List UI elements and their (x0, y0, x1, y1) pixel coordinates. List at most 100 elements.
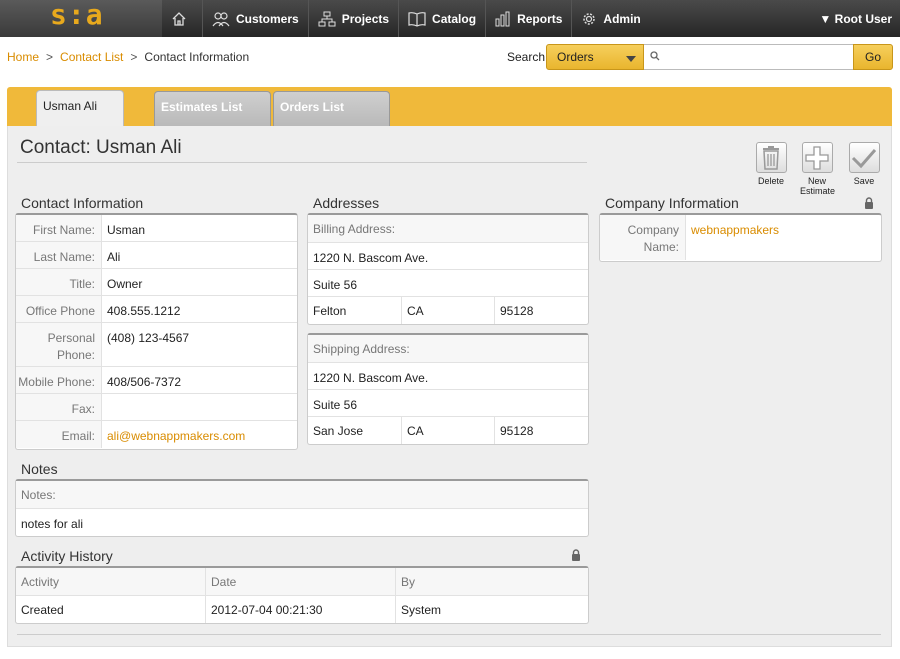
nav-admin[interactable]: Admin (571, 0, 649, 37)
field-value[interactable]: (408) 123-4567 (102, 323, 297, 366)
nav-label: Reports (517, 11, 563, 26)
field-label: Office Phone (16, 296, 102, 322)
shipping-city-row: San Jose CA 95128 (308, 417, 588, 444)
user-menu[interactable]: ▼ Root User (819, 12, 892, 26)
date-cell: 2012-07-04 00:21:30 (206, 596, 396, 623)
field-value[interactable] (102, 394, 297, 420)
nav-reports[interactable]: Reports (485, 0, 571, 37)
tab-contact[interactable]: Usman Ali (36, 90, 124, 127)
sitemap-icon (318, 11, 336, 26)
top-bar: s:a Customers Projects Catalog Reports A… (0, 0, 900, 37)
billing-state[interactable]: CA (402, 297, 495, 324)
page-title: Contact: Usman Ali (20, 137, 182, 158)
activity-history-table: Activity Date By Created 2012-07-04 00:2… (15, 566, 589, 624)
tab-bar: Usman Ali Estimates List Orders List (7, 87, 892, 127)
field-label: Fax: (16, 394, 102, 420)
table-header: Activity Date By (16, 568, 588, 596)
tab-estimates-list[interactable]: Estimates List (154, 91, 271, 126)
field-label: Last Name: (16, 242, 102, 268)
field-title: Title: Owner (16, 269, 297, 296)
home-icon (172, 11, 186, 26)
billing-line1[interactable]: 1220 N. Bascom Ave. (308, 243, 588, 269)
delete-button[interactable]: Delete (754, 142, 788, 186)
new-estimate-label-1: New (807, 176, 826, 186)
company-link[interactable]: webnappmakers (691, 223, 779, 237)
field-label: Personal Phone: (16, 323, 102, 366)
bottom-divider (17, 634, 881, 635)
table-row[interactable]: Created 2012-07-04 00:21:30 System (16, 596, 588, 623)
activity-history-heading: Activity History (21, 548, 113, 564)
search-scope-select[interactable]: Orders (546, 44, 644, 70)
field-label-line1: Personal (47, 331, 95, 345)
field-last-name: Last Name: Ali (16, 242, 297, 269)
billing-line1-row: 1220 N. Bascom Ave. (308, 243, 588, 270)
breadcrumb-contact-list[interactable]: Contact List (60, 50, 123, 64)
field-value: webnappmakers (686, 215, 881, 260)
email-link[interactable]: ali@webnappmakers.com (107, 429, 245, 443)
field-office-phone: Office Phone 408.555.1212 (16, 296, 297, 323)
delete-button-frame (755, 142, 787, 173)
addresses-heading: Addresses (313, 195, 380, 211)
breadcrumb: Home > Contact List > Contact Information (7, 50, 249, 64)
notes-heading: Notes (21, 461, 58, 477)
tab-orders-list[interactable]: Orders List (273, 91, 390, 126)
shipping-zip[interactable]: 95128 (495, 417, 588, 444)
field-label: Email: (16, 421, 102, 448)
caret-down-icon: ▼ (819, 12, 832, 26)
nav-label: Customers (236, 11, 299, 26)
nav-label: Catalog (432, 11, 477, 26)
notes-value[interactable]: notes for ali (16, 509, 588, 536)
save-button-frame (848, 142, 880, 173)
shipping-line1[interactable]: 1220 N. Bascom Ave. (308, 363, 588, 389)
shipping-state[interactable]: CA (402, 417, 495, 444)
title-divider (17, 162, 587, 163)
search-input[interactable] (644, 44, 854, 70)
billing-city-row: Felton CA 95128 (308, 297, 588, 324)
search-label: Search (507, 50, 546, 64)
go-button[interactable]: Go (853, 44, 893, 70)
nav-home[interactable] (162, 0, 202, 37)
search-scope-value: Orders (557, 50, 594, 64)
notes-card: Notes: notes for ali (15, 479, 589, 537)
bar-chart-icon (495, 11, 510, 26)
app-logo[interactable]: s:a (0, 0, 162, 37)
book-icon (408, 11, 426, 27)
save-button[interactable]: Save (847, 142, 881, 186)
shipping-line2[interactable]: Suite 56 (308, 390, 588, 416)
field-value[interactable]: Owner (102, 269, 297, 295)
gear-icon (583, 12, 596, 25)
user-name: Root User (834, 12, 892, 26)
new-estimate-button-frame (801, 142, 833, 173)
nav-catalog[interactable]: Catalog (398, 0, 485, 37)
column-header[interactable]: Date (206, 568, 396, 595)
field-first-name: First Name: Usman (16, 215, 297, 242)
column-header[interactable]: Activity (16, 568, 206, 595)
search-icon (650, 51, 660, 61)
billing-line2-row: Suite 56 (308, 270, 588, 297)
lock-icon[interactable] (571, 549, 581, 561)
billing-address-card: Billing Address: 1220 N. Bascom Ave. Sui… (307, 213, 589, 325)
lock-icon[interactable] (864, 197, 874, 209)
nav-projects[interactable]: Projects (307, 0, 398, 37)
billing-address-label: Billing Address: (308, 215, 588, 243)
field-value[interactable]: Usman (102, 215, 297, 241)
breadcrumb-home[interactable]: Home (7, 50, 39, 64)
company-info-heading: Company Information (605, 195, 739, 211)
field-label-line1: Company (627, 223, 679, 237)
new-estimate-label-2: Estimate (800, 186, 836, 196)
billing-city[interactable]: Felton (308, 297, 402, 324)
shipping-address-card: Shipping Address: 1220 N. Bascom Ave. Su… (307, 333, 589, 445)
new-estimate-button[interactable]: New Estimate (800, 142, 836, 196)
column-header[interactable]: By (396, 568, 588, 595)
field-label: Mobile Phone: (16, 367, 102, 393)
nav-customers[interactable]: Customers (202, 0, 308, 37)
save-label: Save (853, 176, 875, 186)
field-value[interactable]: Ali (102, 242, 297, 268)
billing-zip[interactable]: 95128 (495, 297, 588, 324)
shipping-city[interactable]: San Jose (308, 417, 402, 444)
field-value[interactable]: 408/506-7372 (102, 367, 297, 393)
field-mobile-phone: Mobile Phone: 408/506-7372 (16, 367, 297, 394)
field-value[interactable]: 408.555.1212 (102, 296, 297, 322)
field-email: Email: ali@webnappmakers.com (16, 421, 297, 448)
billing-line2[interactable]: Suite 56 (308, 270, 588, 296)
